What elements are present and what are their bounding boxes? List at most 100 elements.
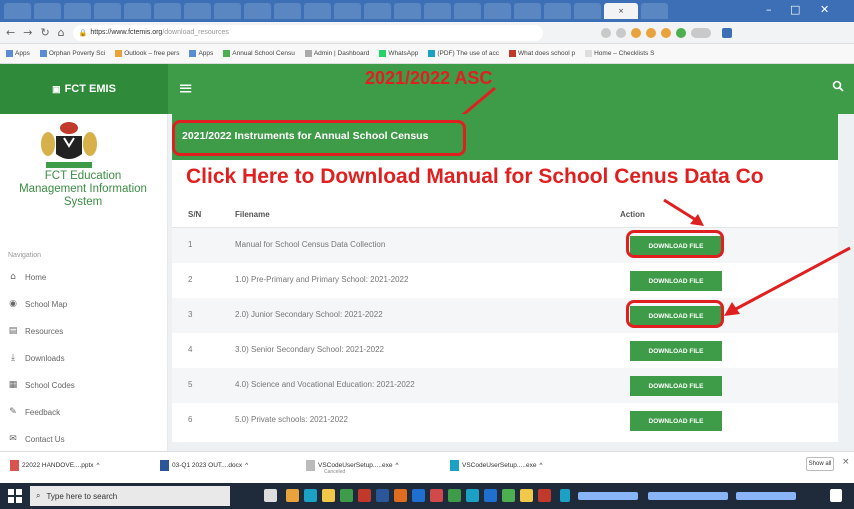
bookmark[interactable]: Orphan Poverty Sci <box>39 50 105 57</box>
system-tray[interactable] <box>736 492 796 500</box>
home-button-icon[interactable]: ⌂ <box>58 26 65 39</box>
show-all-button[interactable]: Show all <box>806 457 834 471</box>
excel-icon[interactable] <box>448 489 461 502</box>
taskbar-app-icon[interactable] <box>466 489 479 502</box>
download-item[interactable]: VSCodeUserSetup.....exe Canceled ^ <box>306 460 399 475</box>
powerpoint-icon[interactable] <box>538 489 551 502</box>
system-tray[interactable] <box>648 492 728 500</box>
browser-tab[interactable] <box>94 3 121 19</box>
browser-tab[interactable] <box>64 3 91 19</box>
browser-tab[interactable] <box>34 3 61 19</box>
maximize-icon[interactable]: □ <box>790 3 800 16</box>
star-icon[interactable] <box>615 27 626 38</box>
toggle-icon[interactable] <box>690 27 711 38</box>
col-action: Action <box>620 210 645 219</box>
search-icon: ⌕ <box>36 491 41 500</box>
chevron-up-icon[interactable]: ^ <box>539 462 542 469</box>
browser-tab-active[interactable]: × <box>604 3 638 19</box>
browser-tab[interactable] <box>514 3 541 19</box>
chevron-up-icon[interactable]: ^ <box>97 462 100 469</box>
taskbar-app-icon[interactable] <box>484 489 497 502</box>
browser-tab[interactable] <box>4 3 31 19</box>
back-icon[interactable]: ← <box>6 26 15 39</box>
download-file-button[interactable]: DOWNLOAD FILE <box>630 341 722 361</box>
browser-tab[interactable] <box>304 3 331 19</box>
browser-tab[interactable] <box>124 3 151 19</box>
system-tray[interactable] <box>578 492 638 500</box>
word-icon[interactable] <box>376 489 389 502</box>
extension-icon[interactable] <box>660 27 671 38</box>
hamburger-menu-icon[interactable]: ≡ <box>178 78 193 99</box>
browser-tab[interactable] <box>334 3 361 19</box>
browser-tab[interactable] <box>544 3 571 19</box>
zoom-icon[interactable] <box>600 27 611 38</box>
browser-tab[interactable] <box>424 3 451 19</box>
bookmark[interactable]: Annual School Censu <box>223 50 295 57</box>
edge-icon[interactable] <box>304 489 317 502</box>
tab-close-icon[interactable]: × <box>618 7 624 15</box>
download-file-button[interactable]: DOWNLOAD FILE <box>630 376 722 396</box>
browser-tab[interactable] <box>454 3 481 19</box>
taskbar-app-icon[interactable] <box>430 489 443 502</box>
sidebar-item-home[interactable]: ⌂ Home <box>8 272 46 282</box>
download-file-button[interactable]: DOWNLOAD FILE <box>630 271 722 291</box>
bookmark[interactable]: Apps <box>6 50 30 57</box>
browser-tab[interactable] <box>214 3 241 19</box>
taskbar-app-icon[interactable] <box>340 489 353 502</box>
browser-tab[interactable] <box>574 3 601 19</box>
chevron-up-icon[interactable]: ^ <box>245 462 248 469</box>
apps-icon <box>189 50 197 57</box>
chrome-icon[interactable] <box>502 489 515 502</box>
download-item[interactable]: 22022 HANDOVE....pptx ^ <box>10 460 100 471</box>
tray-icon[interactable] <box>560 489 570 502</box>
taskbar-app-icon[interactable] <box>358 489 371 502</box>
task-view-icon[interactable] <box>264 489 277 502</box>
browser-tab[interactable] <box>394 3 421 19</box>
minimize-icon[interactable]: – <box>766 3 772 16</box>
browser-tab[interactable] <box>184 3 211 19</box>
url-field[interactable]: 🔒 https://www.fctemis.org/download_resou… <box>72 24 543 41</box>
download-file-button[interactable]: DOWNLOAD FILE <box>630 411 722 431</box>
taskbar-app-icon[interactable] <box>520 489 533 502</box>
windows-start-icon[interactable] <box>8 489 22 503</box>
browser-tab[interactable] <box>274 3 301 19</box>
notification-icon[interactable] <box>830 489 842 502</box>
bookmark[interactable]: WhatsApp <box>379 50 418 57</box>
sidebar-item-resources[interactable]: ▤ Resources <box>8 326 64 336</box>
bookmark[interactable]: (PDF) The use of acc <box>428 50 499 57</box>
sidebar-item-school-codes[interactable]: ▦ School Codes <box>8 380 75 390</box>
bookmark[interactable]: Home – Checklists S <box>585 50 654 57</box>
bookmark[interactable]: Outlook – free pers <box>115 50 179 57</box>
browser-tab[interactable] <box>154 3 181 19</box>
browser-tab[interactable] <box>364 3 391 19</box>
bookmark[interactable]: What does school p <box>509 50 575 57</box>
bookmark[interactable]: Apps <box>189 50 213 57</box>
extension-icon[interactable] <box>630 27 641 38</box>
file-explorer-icon[interactable] <box>322 489 335 502</box>
forward-icon[interactable]: → <box>23 26 32 39</box>
browser-tab[interactable] <box>484 3 511 19</box>
sidebar-item-school-map[interactable]: ◉ School Map <box>8 299 67 309</box>
site-logo[interactable]: ▣ FCT EMIS <box>0 64 168 114</box>
sidebar-item-feedback[interactable]: ✎ Feedback <box>8 407 60 417</box>
taskbar-app-icon[interactable] <box>394 489 407 502</box>
extension-icon[interactable] <box>645 27 656 38</box>
close-downloads-icon[interactable]: × <box>842 457 850 467</box>
browser-tab[interactable] <box>641 3 668 19</box>
reload-icon[interactable]: ↻ <box>40 26 49 39</box>
profile-icon[interactable] <box>721 27 732 38</box>
taskbar-app-icon[interactable] <box>286 489 299 502</box>
download-item[interactable]: 03-Q1 2023 OUT....docx ^ <box>160 460 248 471</box>
browser-tab[interactable] <box>244 3 271 19</box>
chevron-up-icon[interactable]: ^ <box>395 462 398 469</box>
search-icon[interactable] <box>832 80 844 92</box>
taskbar-search[interactable]: ⌕ Type here to search <box>30 486 230 506</box>
close-window-icon[interactable]: ✕ <box>820 3 829 16</box>
navigation-heading: Navigation <box>8 252 42 259</box>
download-item[interactable]: VSCodeUserSetup.....exe ^ <box>450 460 543 471</box>
bookmark[interactable]: Admin | Dashboard <box>304 50 369 57</box>
sidebar-item-downloads[interactable]: ⤓ Downloads <box>8 353 65 363</box>
taskbar-app-icon[interactable] <box>412 489 425 502</box>
extension-icon[interactable] <box>675 27 686 38</box>
sidebar-item-contact-us[interactable]: ✉ Contact Us <box>8 434 64 444</box>
